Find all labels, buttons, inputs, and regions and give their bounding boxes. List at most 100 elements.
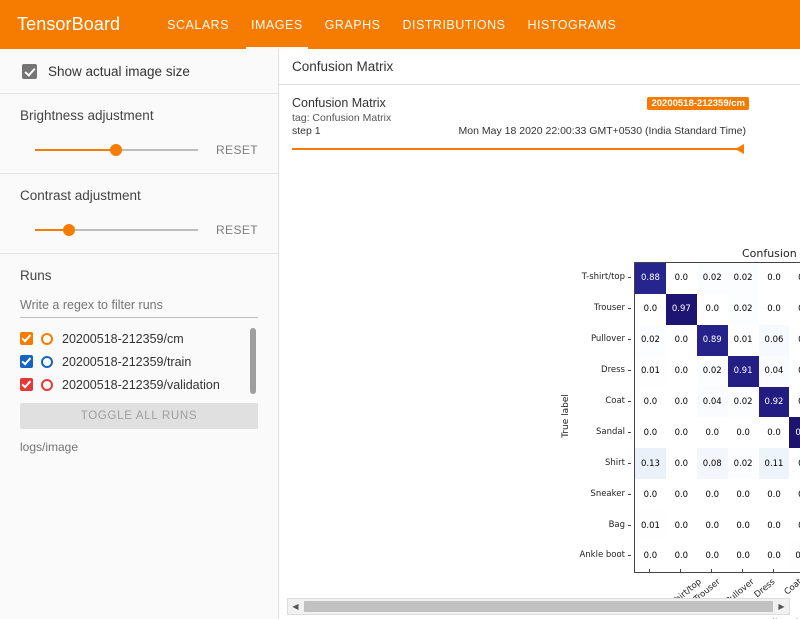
run-label: 20200518-212359/train bbox=[62, 354, 192, 369]
slider-thumb[interactable] bbox=[110, 144, 123, 156]
runs-filter-input[interactable] bbox=[20, 298, 258, 318]
y-axis-tick-label: T-shirt/top bbox=[569, 262, 631, 293]
slider-thumb[interactable] bbox=[63, 224, 76, 236]
run-checkbox-icon[interactable] bbox=[20, 332, 33, 345]
heatmap-cell: 0.0 bbox=[665, 479, 697, 511]
heatmap-cell: 0.0 bbox=[789, 355, 800, 387]
confusion-matrix-figure: Confusion matrix True label T-shirt/topT… bbox=[279, 205, 800, 619]
heatmap-cell: 0.01 bbox=[727, 324, 759, 356]
x-axis-tick bbox=[710, 569, 712, 572]
y-axis-tick-label: Coat bbox=[569, 386, 631, 417]
chart-title: Confusion matrix bbox=[741, 247, 800, 260]
heatmap-cell: 0.92 bbox=[758, 386, 790, 418]
run-checkbox-icon[interactable] bbox=[20, 355, 33, 368]
show-actual-image-size-row[interactable]: Show actual image size bbox=[0, 49, 278, 94]
step-slider-thumb[interactable] bbox=[735, 144, 744, 154]
heatmap-cell: 0.0 bbox=[727, 417, 759, 449]
heatmap-cell: 0.01 bbox=[635, 355, 666, 387]
top-app-bar: TensorBoard SCALARS IMAGES GRAPHS DISTRI… bbox=[0, 0, 800, 49]
wall-time-label: Mon May 18 2020 22:00:33 GMT+0530 (India… bbox=[458, 125, 746, 137]
heatmap-cell: 0.0 bbox=[789, 386, 800, 418]
section-title: Confusion Matrix bbox=[292, 59, 394, 74]
heatmap-cell: 0.0 bbox=[665, 510, 697, 542]
heatmap-cell: 0.0 bbox=[665, 386, 697, 418]
brightness-reset-button[interactable]: RESET bbox=[216, 143, 258, 157]
heatmap-cell: 0.02 bbox=[727, 386, 759, 418]
run-badge: 20200518-212359/cm bbox=[647, 97, 749, 110]
sidebar: Show actual image size Brightness adjust… bbox=[0, 49, 279, 619]
heatmap-cell: 0.0 bbox=[789, 263, 800, 294]
heatmap-cell: 0.02 bbox=[727, 448, 759, 480]
x-axis-tick bbox=[741, 569, 743, 572]
y-axis-tick-label: Ankle boot bbox=[569, 540, 631, 571]
tab-scalars[interactable]: SCALARS bbox=[156, 0, 240, 49]
y-axis-tick-label: Shirt bbox=[569, 447, 631, 478]
run-checkbox-icon[interactable] bbox=[20, 378, 33, 391]
heatmap-cell: 0.02 bbox=[727, 263, 759, 294]
contrast-reset-button[interactable]: RESET bbox=[216, 223, 258, 237]
tab-graphs[interactable]: GRAPHS bbox=[314, 0, 392, 49]
heatmap-cell: 0.06 bbox=[758, 324, 790, 356]
run-item-validation[interactable]: 20200518-212359/validation bbox=[20, 374, 244, 395]
y-axis-tick-label: Trouser bbox=[569, 293, 631, 324]
runs-section: Runs 20200518-212359/cm 20200518-212359/… bbox=[0, 254, 278, 470]
tab-images[interactable]: IMAGES bbox=[240, 0, 314, 49]
step-slider-track bbox=[292, 148, 743, 150]
heatmap-cell: 0.0 bbox=[758, 263, 790, 294]
run-item-train[interactable]: 20200518-212359/train bbox=[20, 351, 244, 372]
y-axis-tick-label: Sneaker bbox=[569, 478, 631, 509]
tab-histograms[interactable]: HISTOGRAMS bbox=[517, 0, 628, 49]
heatmap-cell: 0.02 bbox=[727, 293, 759, 325]
heatmap-cell: 0.0 bbox=[635, 386, 666, 418]
app-brand: TensorBoard bbox=[17, 14, 121, 34]
heatmap-grid: 0.880.00.020.020.00.00.070.00.00.00.00.9… bbox=[634, 262, 800, 573]
scroll-right-arrow-icon[interactable]: ▶ bbox=[774, 599, 789, 614]
heatmap-cell: 0.0 bbox=[789, 479, 800, 511]
heatmap-cell: 0.0 bbox=[665, 324, 697, 356]
heatmap-cell: 0.02 bbox=[696, 355, 728, 387]
slider-fill bbox=[35, 149, 117, 151]
card-tag: tag: Confusion Matrix bbox=[292, 112, 392, 124]
brightness-row: RESET bbox=[20, 143, 258, 157]
section-header: Confusion Matrix bbox=[279, 49, 800, 85]
heatmap-cell: 0.0 bbox=[696, 510, 728, 542]
run-item-cm[interactable]: 20200518-212359/cm bbox=[20, 328, 244, 349]
y-axis-tick-label: Bag bbox=[569, 509, 631, 540]
heatmap-cell: 0.0 bbox=[635, 541, 666, 572]
heatmap-cell: 0.01 bbox=[789, 541, 800, 572]
brightness-slider[interactable] bbox=[35, 143, 198, 157]
heatmap-cell: 0.02 bbox=[696, 263, 728, 294]
brightness-title: Brightness adjustment bbox=[20, 108, 154, 123]
heatmap-cell: 0.0 bbox=[789, 448, 800, 480]
contrast-title: Contrast adjustment bbox=[20, 188, 141, 203]
image-card: Confusion Matrix tag: Confusion Matrix s… bbox=[279, 85, 800, 154]
main-panel: Confusion Matrix Confusion Matrix tag: C… bbox=[279, 49, 800, 619]
heatmap-cell: 0.88 bbox=[635, 263, 666, 294]
heatmap-cell: 0.0 bbox=[665, 541, 697, 572]
x-axis-tick bbox=[772, 569, 774, 572]
step-slider[interactable] bbox=[292, 144, 788, 154]
tab-distributions-label: DISTRIBUTIONS bbox=[402, 17, 506, 32]
heatmap-cell: 0.0 bbox=[635, 417, 666, 449]
horizontal-scrollbar[interactable]: ◀ ▶ bbox=[287, 598, 790, 615]
heatmap-cell: 0.0 bbox=[635, 293, 666, 325]
run-label: 20200518-212359/cm bbox=[62, 331, 184, 346]
contrast-slider[interactable] bbox=[35, 223, 198, 237]
tab-distributions[interactable]: DISTRIBUTIONS bbox=[391, 0, 516, 49]
checkbox-icon[interactable] bbox=[22, 64, 37, 79]
x-axis-tick bbox=[679, 569, 681, 572]
heatmap-cell: 0.02 bbox=[635, 324, 666, 356]
run-color-circle-icon bbox=[41, 378, 53, 391]
heatmap-cell: 0.0 bbox=[758, 510, 790, 542]
nav-tabs: SCALARS IMAGES GRAPHS DISTRIBUTIONS HIST… bbox=[156, 0, 627, 49]
heatmap-cell: 0.0 bbox=[665, 355, 697, 387]
runs-scrollbar[interactable] bbox=[250, 328, 256, 394]
runs-title: Runs bbox=[20, 268, 52, 283]
run-color-circle-icon bbox=[41, 355, 53, 368]
heatmap-cell: 0.0 bbox=[727, 541, 759, 572]
scroll-left-arrow-icon[interactable]: ◀ bbox=[288, 599, 303, 614]
contrast-section: Contrast adjustment RESET bbox=[0, 174, 278, 254]
heatmap-cell: 0.04 bbox=[758, 355, 790, 387]
toggle-all-runs-button[interactable]: TOGGLE ALL RUNS bbox=[20, 403, 258, 429]
scrollbar-thumb[interactable] bbox=[304, 601, 773, 612]
